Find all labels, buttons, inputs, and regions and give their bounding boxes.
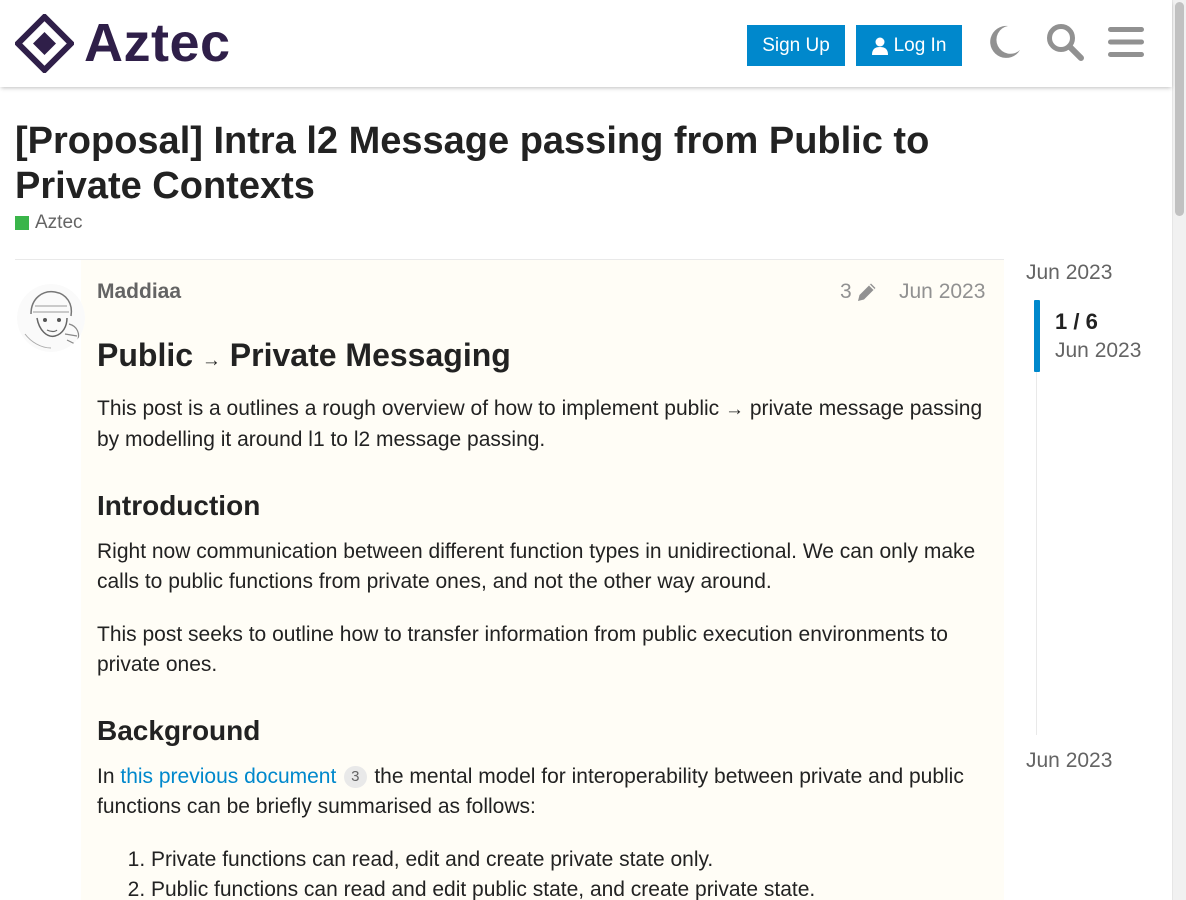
intro-arrow: → xyxy=(725,399,744,420)
post-edit-history[interactable]: 3 xyxy=(840,280,878,304)
hamburger-menu-icon xyxy=(1108,27,1144,57)
post-date[interactable]: Jun 2023 xyxy=(899,280,985,304)
post-body: Public → Private Messaging This post is … xyxy=(97,336,987,900)
avatar[interactable] xyxy=(17,284,85,352)
log-in-label: Log In xyxy=(893,34,947,56)
category-color-square xyxy=(15,216,29,230)
log-in-button[interactable]: Log In xyxy=(856,25,962,66)
category-badge[interactable]: Aztec xyxy=(15,212,83,234)
intro-paragraph: This post is a outlines a rough overview… xyxy=(97,394,987,455)
timeline-end-date[interactable]: Jun 2023 xyxy=(1026,749,1112,773)
introduction-paragraph-2: This post seeks to outline how to transf… xyxy=(97,623,948,676)
search-icon xyxy=(1047,24,1084,61)
introduction-paragraph-1: Right now communication between differen… xyxy=(97,540,976,593)
sign-up-button[interactable]: Sign Up xyxy=(747,25,845,66)
site-header: Aztec Sign Up Log In xyxy=(0,0,1172,87)
timeline-scroll-handle[interactable] xyxy=(1034,300,1040,372)
timeline-position: 1 / 6 xyxy=(1055,309,1098,334)
post-heading-main: Public → Private Messaging xyxy=(97,336,987,380)
heading-introduction: Introduction xyxy=(97,490,261,521)
timeline-position-date: Jun 2023 xyxy=(1055,339,1142,362)
heading-background: Background xyxy=(97,715,261,746)
edit-count: 3 xyxy=(840,280,852,303)
intro-text: This post is a outlines a rough overview… xyxy=(97,397,720,420)
timeline-start-date[interactable]: Jun 2023 xyxy=(1026,261,1112,285)
moon-icon xyxy=(990,25,1020,58)
user-icon xyxy=(871,37,888,55)
background-list: Private functions can read, edit and cre… xyxy=(151,845,987,900)
background-text: In xyxy=(97,765,115,788)
background-paragraph: In this previous document 3 the mental m… xyxy=(97,762,987,822)
search-button[interactable] xyxy=(1043,20,1087,64)
hamburger-menu-button[interactable] xyxy=(1104,20,1148,64)
heading-arrow: → xyxy=(201,350,221,371)
aztec-logo-icon xyxy=(15,14,74,73)
category-label: Aztec xyxy=(35,212,83,233)
scrollbar-thumb[interactable] xyxy=(1175,2,1184,216)
heading-part: Public xyxy=(97,337,194,373)
page-scrollbar[interactable] xyxy=(1172,0,1186,900)
list-item: Private functions can read, edit and cre… xyxy=(151,845,987,875)
site-logo[interactable]: Aztec xyxy=(15,14,231,73)
dark-mode-toggle[interactable] xyxy=(982,20,1026,64)
list-item: Public functions can read and edit publi… xyxy=(151,875,987,900)
link-click-count-badge: 3 xyxy=(344,766,367,788)
previous-document-link[interactable]: this previous document xyxy=(120,765,336,788)
logo-text: Aztec xyxy=(84,13,231,73)
post-author-username[interactable]: Maddiaa xyxy=(97,280,181,304)
heading-part: Private Messaging xyxy=(229,337,511,373)
pencil-icon xyxy=(857,283,876,301)
avatar-drawing-icon xyxy=(17,284,85,352)
topic-title[interactable]: [Proposal] Intra l2 Message passing from… xyxy=(15,119,975,209)
